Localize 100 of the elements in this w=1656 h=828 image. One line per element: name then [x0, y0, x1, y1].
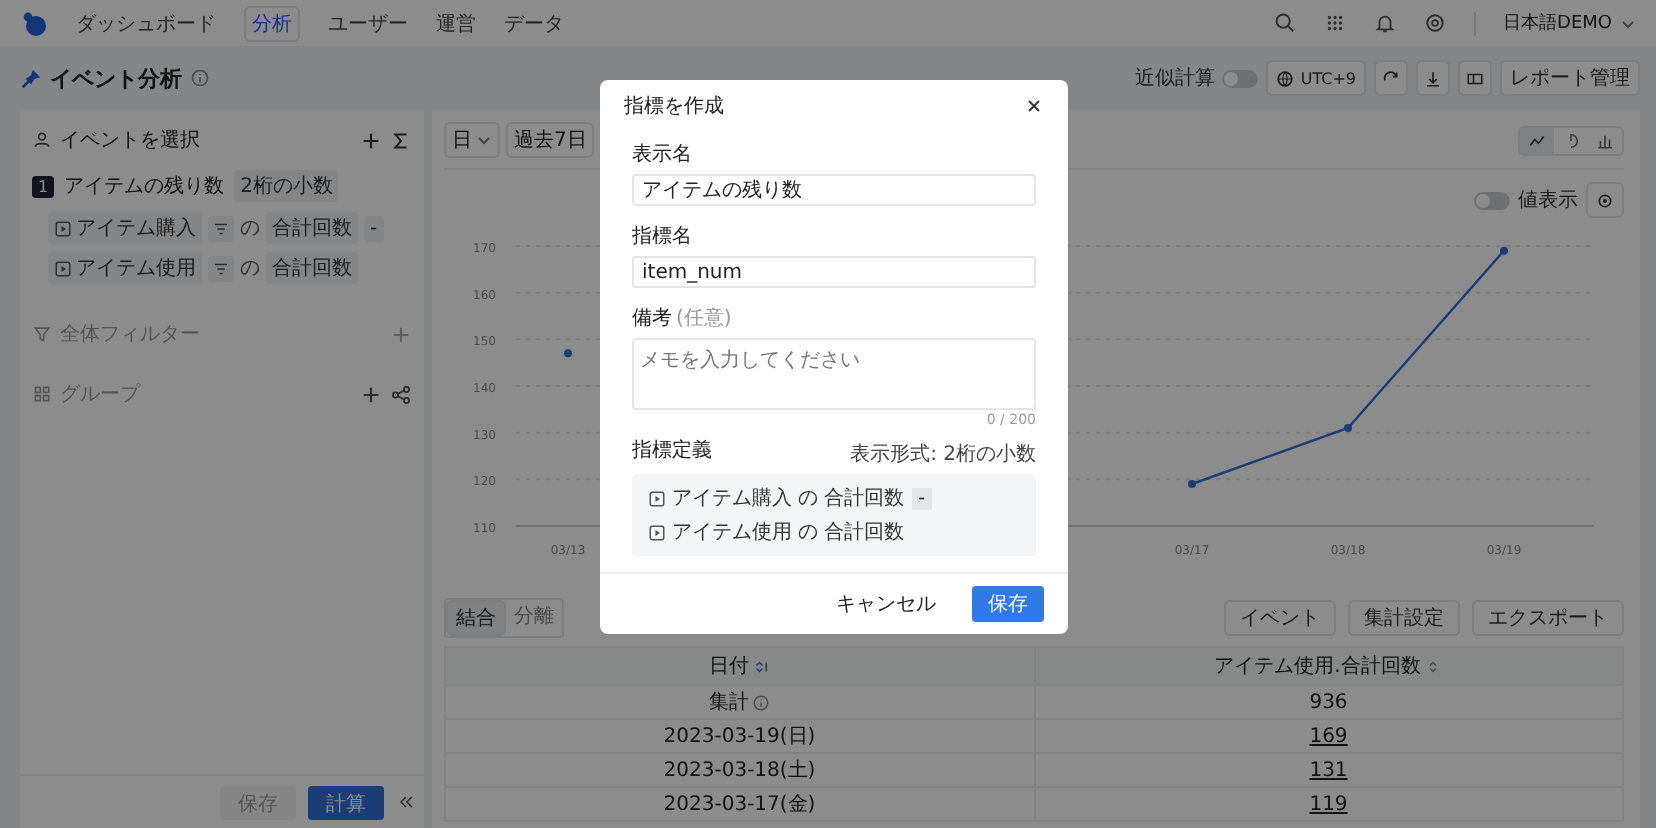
nav-tab[interactable]: 運営	[436, 9, 476, 37]
operator-chip[interactable]: -	[364, 215, 384, 241]
data-point	[1500, 246, 1508, 255]
close-icon[interactable]	[1024, 96, 1044, 116]
search-icon[interactable]	[1273, 12, 1296, 34]
field-label: 備考	[632, 305, 672, 332]
format-text: 表示形式: 2桁の小数	[850, 441, 1036, 467]
table-cell: 集計	[446, 686, 1033, 718]
calculate-button[interactable]: 計算	[308, 785, 384, 819]
view-tab[interactable]: 結合	[446, 600, 506, 636]
plus-icon[interactable]	[360, 129, 382, 151]
approx-toggle[interactable]	[1222, 69, 1259, 87]
chart-settings-button[interactable]	[1586, 182, 1624, 218]
globe-icon	[1276, 69, 1295, 87]
metric-index: 1	[32, 175, 55, 197]
aggregation-chip[interactable]: 合計回数	[266, 252, 358, 284]
plus-icon[interactable]	[360, 383, 382, 405]
nav-tab[interactable]: データ	[504, 9, 564, 37]
table-cell-text: 2023-03-17(金)	[661, 792, 818, 820]
group-icon	[32, 384, 52, 404]
action-button[interactable]: イベント	[1224, 600, 1336, 636]
sigma-icon[interactable]	[390, 129, 412, 151]
of-text: の	[798, 520, 818, 546]
section-title: グループ	[60, 381, 140, 408]
table-cell: 936	[1033, 686, 1622, 718]
input-field[interactable]: アイテムの残り数	[632, 174, 1036, 206]
of-text: の	[240, 256, 260, 282]
of-text: の	[240, 216, 260, 242]
event-chip[interactable]: アイテム使用	[48, 252, 202, 284]
granularity-select[interactable]: 日	[444, 122, 500, 158]
download-icon	[1424, 69, 1442, 87]
date-range-field[interactable]: 過去7日	[506, 122, 595, 158]
data-point	[1188, 480, 1196, 488]
filter-icon	[212, 259, 230, 277]
aggregation-name: 合計回数	[824, 485, 904, 512]
view-tab[interactable]: 分離	[506, 600, 562, 636]
chart-type-tab[interactable]	[1520, 127, 1554, 153]
refresh-button[interactable]	[1374, 60, 1408, 96]
value-display-label: 値表示	[1518, 187, 1578, 214]
logo-icon	[20, 9, 48, 37]
settings-icon[interactable]	[1423, 12, 1446, 34]
event-name: アイテム購入	[672, 485, 792, 512]
nav-tab[interactable]: ダッシュボード	[76, 9, 216, 37]
nav-tab[interactable]: 分析	[244, 5, 300, 41]
section-title: 全体フィルター	[60, 322, 200, 348]
approx-label: 近似計算	[1134, 65, 1215, 92]
table-cell[interactable]: 131	[1033, 754, 1622, 786]
report-button[interactable]: レポート管理	[1500, 60, 1640, 96]
people-icon	[32, 130, 52, 150]
timezone-button[interactable]: UTC+9	[1266, 60, 1366, 96]
bar-chart-icon	[1596, 131, 1614, 149]
note-field[interactable]: メモを入力してください	[632, 338, 1036, 410]
event-chip[interactable]: アイテム購入	[48, 212, 202, 244]
layout-button[interactable]	[1458, 60, 1492, 96]
user-menu[interactable]: 日本語DEMO	[1503, 10, 1612, 36]
table-cell-text: 2023-03-18(土)	[661, 757, 818, 786]
table-cell[interactable]: 169	[1033, 720, 1622, 752]
event-icon	[54, 259, 72, 277]
value-display-toggle[interactable]	[1474, 191, 1510, 209]
column-header[interactable]: アイテム使用.合計回数	[1033, 648, 1622, 684]
pin-icon	[20, 67, 42, 89]
settings-icon	[1596, 191, 1614, 209]
action-button[interactable]: 集計設定	[1348, 600, 1460, 636]
column-header[interactable]: 日付	[446, 648, 1033, 684]
filter-icon	[212, 219, 230, 237]
table-cell-text: 2023-03-19(日)	[661, 724, 818, 752]
aggregation-chip[interactable]: 合計回数	[266, 212, 358, 244]
caret-icon	[1620, 15, 1636, 31]
share-icon[interactable]	[390, 383, 412, 405]
nav-tab[interactable]: ユーザー	[328, 9, 408, 37]
dialog-title: 指標を作成	[624, 93, 724, 120]
aggregation-name: 合計回数	[824, 519, 904, 546]
event-icon	[648, 523, 666, 541]
download-button[interactable]	[1416, 60, 1450, 96]
info-icon[interactable]	[190, 68, 210, 88]
field-label: 表示名	[632, 141, 694, 168]
optional-hint: (任意)	[676, 305, 732, 334]
event-name: アイテム使用	[672, 520, 792, 546]
bell-icon[interactable]	[1373, 12, 1396, 34]
data-point	[1344, 424, 1352, 432]
filter-button[interactable]	[208, 215, 234, 241]
operator-chip: -	[912, 487, 932, 509]
collapse-icon[interactable]	[396, 792, 416, 812]
field-label: 指標名	[632, 223, 694, 250]
info-icon[interactable]	[752, 693, 771, 711]
field-label: 指標定義	[632, 437, 712, 464]
metric-name[interactable]: アイテムの残り数	[64, 172, 225, 200]
page-title: イベント分析	[50, 63, 182, 93]
apps-grid-icon[interactable]	[1323, 12, 1346, 34]
table-cell[interactable]: 119	[1033, 788, 1622, 820]
data-point	[564, 349, 572, 358]
action-button[interactable]: エクスポート	[1472, 600, 1624, 636]
cancel-button[interactable]: キャンセル	[820, 586, 952, 622]
line-chart-icon	[1528, 131, 1546, 149]
event-icon	[648, 489, 666, 507]
layout-icon	[1466, 69, 1484, 87]
filter-button[interactable]	[208, 255, 234, 281]
format-tag[interactable]: 2桁の小数	[234, 170, 339, 202]
save-button[interactable]: 保存	[972, 586, 1044, 622]
input-field[interactable]: item_num	[632, 256, 1036, 288]
